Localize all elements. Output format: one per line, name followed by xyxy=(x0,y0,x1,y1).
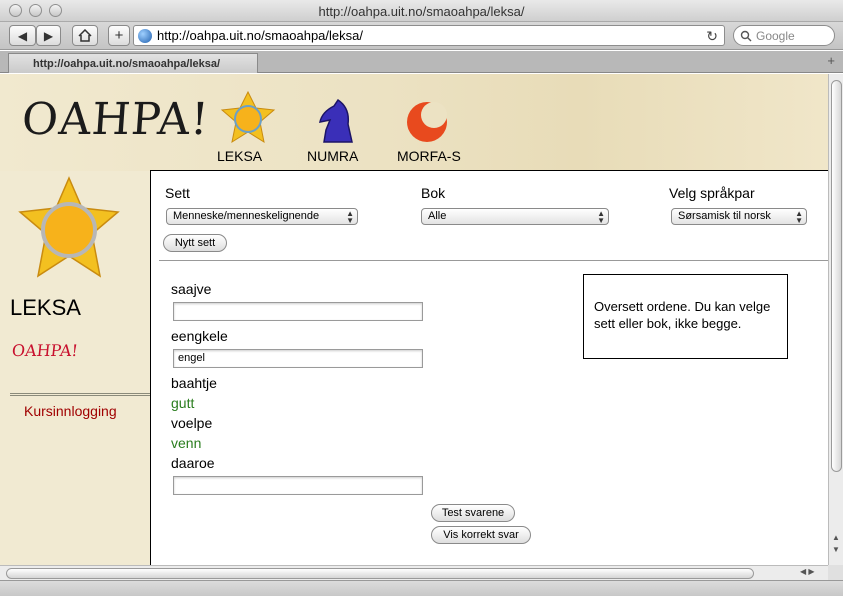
word-baahtje: baahtje xyxy=(171,375,217,391)
search-icon xyxy=(740,30,752,41)
window-titlebar: http://oahpa.uit.no/smaoahpa/leksa/ xyxy=(0,0,843,22)
search-field[interactable]: Google xyxy=(733,25,835,46)
web-page: OAHPA! LEKSA NUMRA MORFA-S LEKSA OAHPA! … xyxy=(0,74,828,565)
window-title: http://oahpa.uit.no/smaoahpa/leksa/ xyxy=(318,4,525,19)
site-logo[interactable]: OAHPA! xyxy=(20,94,211,145)
nav-morfa-s[interactable]: MORFA-S xyxy=(397,148,461,164)
add-bookmark-button[interactable]: + xyxy=(108,25,130,46)
test-answers-button[interactable]: Test svarene xyxy=(431,504,515,522)
new-tab-icon[interactable]: + xyxy=(827,53,835,68)
home-button[interactable] xyxy=(72,25,98,46)
sidebar: LEKSA OAHPA! Kursinnlogging xyxy=(0,171,150,565)
sidebar-title: LEKSA xyxy=(10,295,81,320)
updown-arrows-icon: ▲ ▼ xyxy=(795,209,803,225)
leksa-large-sun-icon xyxy=(18,176,120,278)
section-divider xyxy=(159,260,828,261)
set-select[interactable]: Menneske/menneskelignende ▲ ▼ xyxy=(166,208,358,225)
word-eengkele: eengkele xyxy=(171,328,228,344)
main-content: Sett Menneske/menneskelignende ▲ ▼ Nytt s… xyxy=(150,170,828,565)
instructions-box: Oversett ordene. Du kan velge sett eller… xyxy=(583,274,788,359)
language-pair-value: Sørsamisk til norsk xyxy=(678,210,771,222)
course-login-link[interactable]: Kursinnlogging xyxy=(24,403,117,419)
sidebar-divider xyxy=(10,393,150,396)
morfa-moon-icon[interactable] xyxy=(403,96,451,144)
horizontal-scrollbar[interactable]: ◀ ▶ xyxy=(0,565,828,580)
browser-toolbar: ◀ ▶ + http://oahpa.uit.no/smaoahpa/leksa… xyxy=(0,22,843,50)
back-arrow-icon: ◀ xyxy=(17,28,28,43)
back-button[interactable]: ◀ xyxy=(9,25,36,46)
globe-icon xyxy=(138,28,152,43)
home-icon xyxy=(78,29,92,42)
forward-button[interactable]: ▶ xyxy=(36,25,61,46)
new-set-button[interactable]: Nytt sett xyxy=(163,234,227,252)
reload-icon[interactable]: ↻ xyxy=(706,28,718,45)
updown-arrows-icon: ▲ ▼ xyxy=(597,209,605,225)
word-saajve: saajve xyxy=(171,281,212,297)
forward-arrow-icon: ▶ xyxy=(43,28,54,43)
word-voelpe: voelpe xyxy=(171,415,213,431)
vertical-scroll-thumb[interactable] xyxy=(831,80,842,472)
tab-leksa[interactable]: http://oahpa.uit.no/smaoahpa/leksa/ xyxy=(8,53,258,73)
scroll-arrows-icon[interactable]: ▲ ▼ xyxy=(832,532,840,556)
language-pair-label: Velg språkpar xyxy=(669,185,755,201)
book-label: Bok xyxy=(421,185,446,201)
updown-arrows-icon: ▲ ▼ xyxy=(346,209,354,225)
resize-corner xyxy=(828,565,843,580)
answer-field-1[interactable] xyxy=(173,302,423,321)
set-label: Sett xyxy=(165,185,190,201)
nav-leksa[interactable]: LEKSA xyxy=(217,148,262,164)
show-correct-button[interactable]: Vis korrekt svar xyxy=(431,526,531,544)
nav-numra[interactable]: NUMRA xyxy=(307,148,358,164)
numra-knight-icon[interactable] xyxy=(314,96,360,144)
correct-answer-gutt: gutt xyxy=(171,395,195,411)
word-daaroe: daaroe xyxy=(171,455,215,471)
search-placeholder: Google xyxy=(756,28,795,43)
set-select-value: Menneske/menneskelignende xyxy=(173,210,320,222)
book-select-value: Alle xyxy=(428,210,447,222)
sidebar-brand: OAHPA! xyxy=(11,341,79,360)
horizontal-scroll-thumb[interactable] xyxy=(6,568,754,579)
vertical-scrollbar[interactable]: ▲ ▼ xyxy=(828,74,843,565)
answer-field-5[interactable] xyxy=(173,476,423,495)
answer-field-2[interactable]: engel xyxy=(173,349,423,368)
book-select[interactable]: Alle ▲ ▼ xyxy=(421,208,609,225)
scroll-arrows-icon[interactable]: ◀ ▶ xyxy=(800,567,815,576)
status-bar xyxy=(0,580,843,596)
leksa-sun-icon[interactable] xyxy=(220,90,276,146)
plus-icon: + xyxy=(114,27,124,44)
correct-answer-venn: venn xyxy=(171,435,202,451)
language-pair-select[interactable]: Sørsamisk til norsk ▲ ▼ xyxy=(671,208,807,225)
address-bar[interactable]: http://oahpa.uit.no/smaoahpa/leksa/ ↻ xyxy=(133,25,725,46)
tab-bar: http://oahpa.uit.no/smaoahpa/leksa/ + xyxy=(0,51,843,73)
address-text: http://oahpa.uit.no/smaoahpa/leksa/ xyxy=(157,28,363,43)
tab-label: http://oahpa.uit.no/smaoahpa/leksa/ xyxy=(33,57,221,70)
